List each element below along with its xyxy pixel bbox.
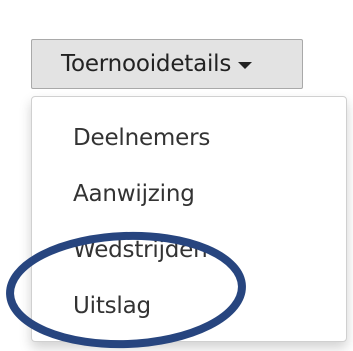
menu-item-deelnemers[interactable]: Deelnemers	[73, 124, 210, 152]
tournament-details-dropdown-button[interactable]: Toernooidetails	[31, 39, 303, 89]
caret-down-icon	[238, 62, 253, 69]
menu-item-aanwijzing[interactable]: Aanwijzing	[73, 180, 195, 208]
menu-item-wedstrijden[interactable]: Wedstrijden	[73, 236, 208, 264]
dropdown-menu: Deelnemers Aanwijzing Wedstrijden Uitsla…	[31, 96, 347, 342]
dropdown-button-label: Toernooidetails	[61, 51, 232, 77]
menu-item-uitslag[interactable]: Uitslag	[73, 292, 151, 320]
